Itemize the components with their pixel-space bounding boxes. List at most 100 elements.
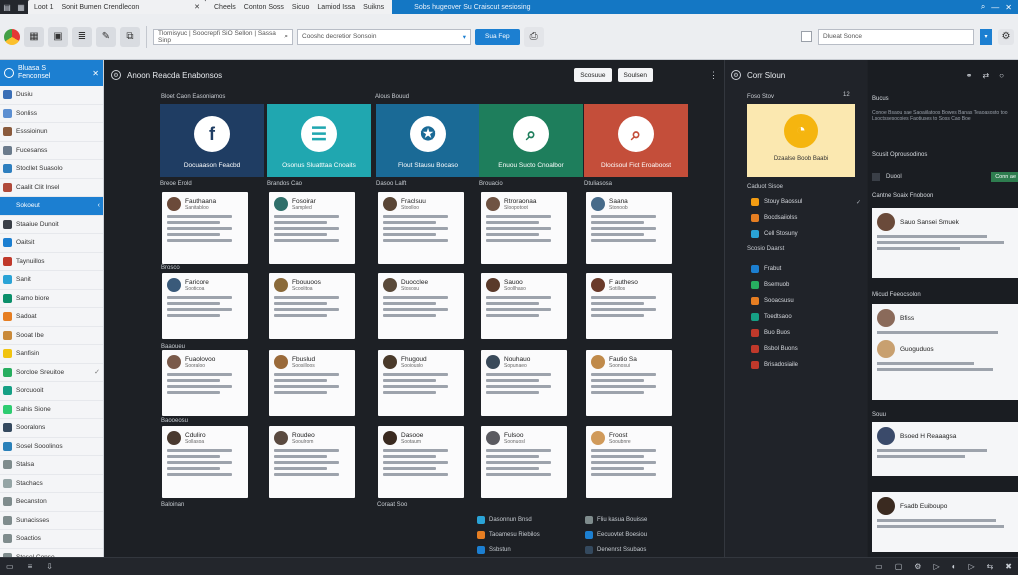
person-card[interactable]: Fauthaana Sanitabloo [162,192,248,264]
person-card[interactable]: Fautio Sa Soonosui [586,350,672,416]
person-card[interactable]: Nouhauo Sopunaeo [481,350,567,416]
menu-item[interactable]: Suikns [363,4,384,11]
sidebar-item[interactable]: Sunacisses [0,512,103,530]
legend-item[interactable]: Ssbstun [477,546,511,554]
app-menu-icon[interactable]: ▤ [0,0,14,14]
image-icon[interactable]: ▣ [48,26,68,47]
legend-item[interactable]: Dasonnun Bnsd [477,516,532,524]
sidebar-item[interactable]: Stalsa [0,456,103,475]
person-card[interactable]: Fhugoud Sooiouslo [378,350,464,416]
person-card[interactable]: F autheso Sotillos [586,273,672,339]
person-card[interactable]: Saana Stonoob [586,192,672,264]
grid-icon[interactable]: ▦ [14,0,28,14]
circle-icon[interactable]: ○ [999,71,1004,80]
list-item[interactable]: Frabut [751,261,861,277]
list-item[interactable]: Bsbol Buons [751,341,861,357]
sidebar-item[interactable]: Fucesanss [0,142,103,160]
status-icon[interactable]: ▷ [968,562,974,571]
pen-icon[interactable]: ✎ [96,26,116,47]
browser-logo-icon[interactable] [4,28,20,45]
share-icon[interactable]: ⚭ [966,71,973,80]
search-input[interactable]: Dlueat Sonce [818,28,974,45]
search-icon[interactable]: ⌕ [981,2,985,12]
person-card[interactable]: Dasooe Sootaum [378,426,464,498]
tab-2[interactable]: Sonit Bumen Crendlecon [61,4,139,11]
settings-icon[interactable]: ⚙ [731,70,741,80]
category-tile[interactable]: f Docuaason Feacbd [160,104,264,177]
person-card[interactable]: Fuaolovoo Sooraloo [162,350,248,416]
filter-checkbox[interactable] [801,31,812,42]
sidebar-item[interactable]: Sanfisin [0,345,103,364]
chevron-down-icon[interactable]: ▾ [980,28,992,45]
sidebar-item[interactable]: Oaitsit [0,234,103,253]
settings-icon[interactable]: ⚙ [111,70,121,80]
category-tile[interactable]: ☰ Osonus Sluatttaa Cnoaits [267,104,371,177]
camera-icon[interactable]: ⎙ [523,26,544,47]
more-options-icon[interactable]: ⋮ [709,70,718,81]
list-item[interactable]: Stouy Baossul ✓ [751,194,861,210]
status-icon[interactable]: ✖ [1005,562,1012,571]
profile-card[interactable]: Sauo Sansei Smuek [872,208,1018,278]
sidebar-item[interactable]: Sosel Sooolinos [0,438,103,456]
header-button-2[interactable]: Soulsen [617,68,653,82]
sidebar-item[interactable]: Samo biore [0,290,103,308]
sidebar-item[interactable]: Sonliss [0,105,103,123]
person-card[interactable]: Cduliro Sollasoa [162,426,248,498]
menu-item[interactable]: Lamiod Issa [317,4,355,11]
person-card[interactable]: Froost Sooubnre [586,426,672,498]
grid-view-icon[interactable]: ▦ [24,26,44,47]
list-item[interactable]: Sooacsusu [751,293,861,309]
list-item[interactable]: Bsemuob [751,277,861,293]
category-tile[interactable]: ✪ Flout Stausu Bocaso [376,104,480,177]
category-tile[interactable]: ⌕ Enuou Sucto Cnoalbor [479,104,583,177]
status-icon[interactable]: ⚙ [914,562,921,571]
tab-strip[interactable]: Loot 1 Sonit Bumen Crendlecon ✕ [28,0,206,14]
close-icon[interactable]: ✕ [92,69,99,78]
sidebar-item[interactable]: Sahis Sione [0,401,103,419]
connect-button[interactable]: Conn ae [991,172,1018,182]
sidebar-item[interactable]: Taynuillos [0,253,103,271]
minimize-icon[interactable]: — [991,3,999,12]
header-button-1[interactable]: Scosuue [574,68,612,82]
sidebar-item[interactable]: Soactios [0,530,103,549]
sidebar-item[interactable]: Dusiu [0,86,103,105]
sidebar-item[interactable]: Staaiue Dunoit [0,216,103,234]
legend-item[interactable]: Denenrst Ssubaos [585,546,646,554]
person-card[interactable]: Rtroraonaa Sloopotoot [481,192,567,264]
list-item[interactable]: Brisadosiaile [751,357,861,373]
person-card[interactable]: Fraclsuu Stoolloo [378,192,464,264]
menu-item[interactable]: Sicuo [292,4,310,11]
profile-card[interactable]: Bsoed H Reaaagsa [872,422,1018,476]
go-button[interactable]: Sua Fep [475,28,520,45]
list-item[interactable]: Bocdsaiiolss [751,210,861,226]
profile-card[interactable]: Fsadb Euiboupo [872,492,1018,552]
sidebar-item[interactable]: Sokoeut ‹ [0,197,103,216]
tab-1[interactable]: Loot 1 [34,4,53,11]
search-icon[interactable]: ⌕ [284,33,288,41]
chevron-icon[interactable]: ‹ [98,202,100,209]
profile-card[interactable]: Bfiss Guoguduos [872,304,1018,400]
sidebar-item[interactable]: Sooat Ibe [0,327,103,345]
status-icon[interactable]: ◐ [952,562,957,571]
sidebar-item[interactable]: Sorcloe Sreuitoe ✓ [0,364,103,382]
legend-item[interactable]: Taoamesu Riebilos [477,531,540,539]
status-icon[interactable]: ▷ [933,562,939,571]
menu-item[interactable]: Cheels [214,4,236,11]
legend-item[interactable]: Fliu kasua Bouisse [585,516,647,524]
person-card[interactable]: Roudeo Sooulrom [269,426,355,498]
menu-icon[interactable]: ≡ [28,562,33,571]
category-tile[interactable]: ⌕ Dlocisoul Fict Eroaboost [584,104,688,177]
status-icon[interactable]: ▢ [895,562,903,571]
sidebar-item[interactable]: Sooralons [0,419,103,438]
sidebar-item[interactable]: Caalit Clit Insel [0,179,103,197]
sidebar-item[interactable]: Stachacs [0,475,103,493]
person-card[interactable]: Fbouuoos Scoolitoa [269,273,355,339]
featured-tile[interactable]: ◔ Dzaalse Boob Baabi [747,104,855,177]
close-window-icon[interactable]: ✕ [1005,3,1012,12]
sidebar-item[interactable]: Stesol Conso [0,549,103,557]
sidebar-item[interactable]: Becanston [0,493,103,512]
close-tab-icon[interactable]: ✕ [194,3,200,11]
copy-icon[interactable]: ⧉ [120,26,140,47]
sidebar-item[interactable]: Sorcuooit [0,382,103,401]
person-card[interactable]: Sauoo Soollhaso [481,273,567,339]
